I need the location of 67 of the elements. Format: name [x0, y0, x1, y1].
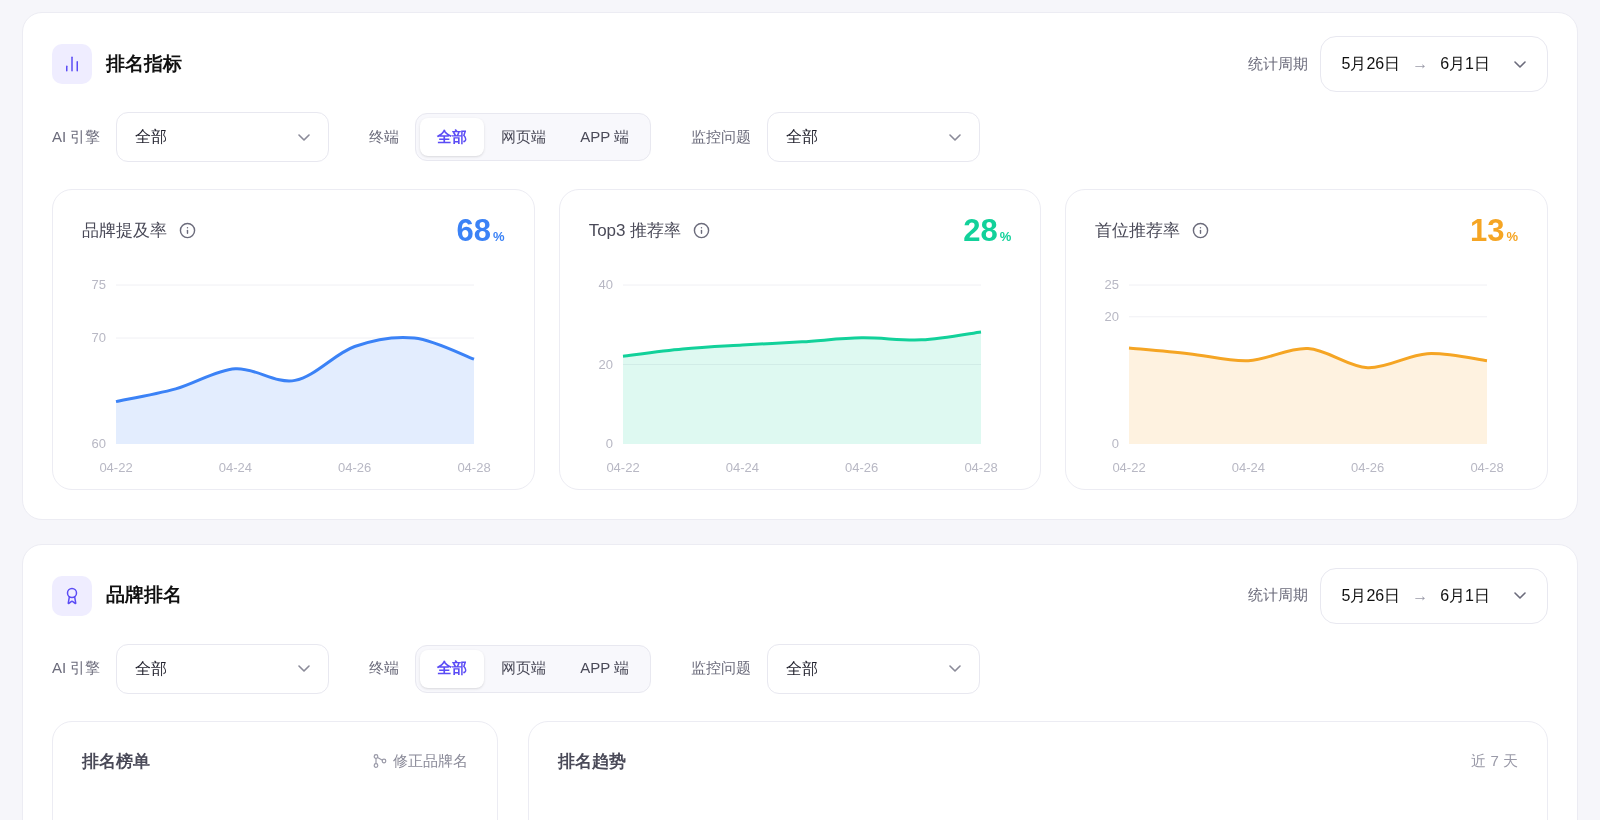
dropdown[interactable]: 全部: [116, 643, 330, 694]
axis-tick-label: 60: [91, 435, 106, 451]
axis-tick-label: 25: [1104, 276, 1120, 292]
filter-label: AI 引擎: [52, 658, 101, 679]
chevron-down-icon: [298, 133, 311, 141]
segment-tab[interactable]: 网页端: [484, 118, 564, 156]
metric-unit: %: [493, 228, 505, 246]
axis-tick-label: 0: [605, 435, 613, 451]
axis-tick-label: 04-22: [99, 459, 133, 475]
nodes-icon: [373, 754, 387, 769]
date-range-picker[interactable]: 5月26日 → 6月1日: [1319, 567, 1548, 624]
panel-title: 排名趋势: [558, 750, 626, 773]
metric-title: 首位推荐率: [1095, 220, 1181, 242]
section-title: 排名指标: [106, 51, 182, 76]
filter-label: AI 引擎: [52, 126, 101, 147]
info-icon[interactable]: [693, 222, 711, 240]
segment-tab[interactable]: 全部: [420, 118, 485, 156]
chevron-down-icon: [949, 133, 962, 141]
axis-tick-label: 40: [598, 276, 613, 292]
axis-tick-label: 04-24: [1232, 459, 1266, 475]
metric-value: 68: [456, 215, 492, 246]
date-range-picker[interactable]: 5月26日 → 6月1日: [1319, 36, 1548, 92]
filter-label: 终端: [369, 658, 400, 679]
axis-tick-label: 20: [1104, 308, 1120, 324]
filter-label: 监控问题: [691, 658, 752, 679]
axis-tick-label: 70: [91, 329, 106, 345]
segment-tab[interactable]: 网页端: [484, 649, 564, 688]
axis-tick-label: 04-26: [338, 459, 372, 475]
period-label: 统计周期: [1247, 585, 1308, 606]
metric-title: 品牌提及率: [82, 220, 167, 242]
axis-tick-label: 04-22: [606, 459, 640, 475]
filter-label: 终端: [369, 126, 400, 147]
axis-tick-label: 04-24: [218, 459, 252, 475]
axis-tick-label: 20: [598, 356, 613, 371]
range-note: 近 7 天: [1471, 751, 1518, 771]
bar-chart-icon: [63, 55, 81, 73]
metric-unit: %: [999, 228, 1012, 246]
metric-value: 28: [963, 215, 998, 246]
axis-tick-label: 04-26: [1351, 459, 1385, 475]
metric-value: 13: [1469, 215, 1505, 246]
segment-tab[interactable]: APP 端: [563, 118, 647, 156]
metric-unit: %: [1506, 228, 1518, 246]
edit-brand-link[interactable]: 修正品牌名: [373, 750, 468, 773]
axis-tick-label: 04-28: [964, 459, 998, 475]
chevron-down-icon: [1514, 60, 1526, 68]
section-title: 品牌排名: [106, 583, 182, 608]
axis-tick-label: 75: [91, 276, 106, 292]
axis-tick-label: 04-28: [1470, 459, 1504, 475]
dropdown[interactable]: 全部: [116, 112, 330, 162]
axis-tick-label: 04-26: [844, 459, 878, 475]
period-label: 统计周期: [1247, 53, 1308, 74]
dropdown[interactable]: 全部: [767, 643, 981, 694]
axis-tick-label: 04-22: [1112, 459, 1146, 475]
chevron-down-icon: [949, 665, 962, 672]
axis-tick-label: 04-24: [725, 459, 759, 475]
info-icon[interactable]: [179, 222, 196, 240]
axis-tick-label: 04-28: [457, 459, 491, 475]
chevron-down-icon: [298, 665, 311, 672]
panel-title: 排名榜单: [82, 750, 150, 773]
metric-title: Top3 推荐率: [588, 220, 682, 242]
info-icon[interactable]: [1192, 222, 1210, 240]
chevron-down-icon: [1514, 592, 1526, 599]
segment-tab[interactable]: APP 端: [563, 649, 647, 688]
segment-tab[interactable]: 全部: [420, 649, 485, 688]
filter-label: 监控问题: [691, 126, 752, 147]
dropdown[interactable]: 全部: [767, 112, 981, 162]
axis-tick-label: 0: [1112, 435, 1120, 451]
